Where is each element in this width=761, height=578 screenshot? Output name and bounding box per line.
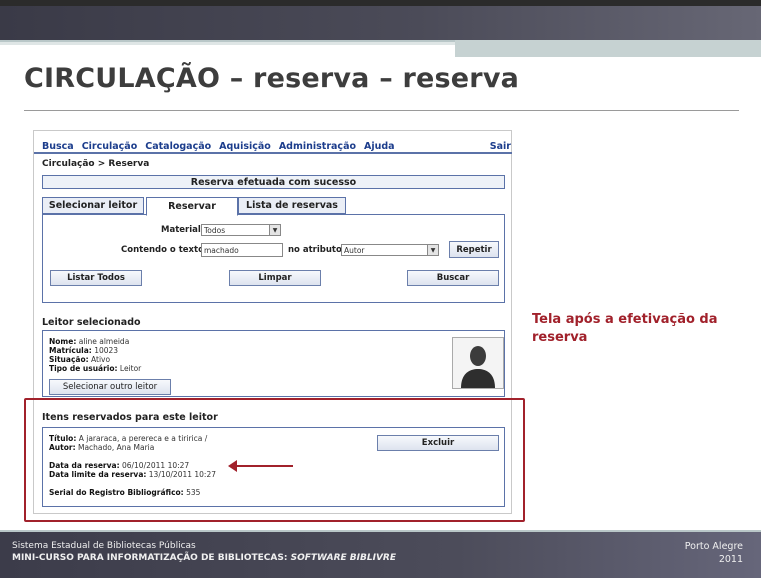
success-message: Reserva efetuada com sucesso	[42, 175, 505, 189]
footer-city: Porto Alegre	[684, 541, 743, 552]
slide-title: CIRCULAÇÃO – reserva – reserva	[24, 63, 520, 94]
reader-type-row: Tipo de usuário: Leitor	[49, 364, 142, 373]
menu-administracao[interactable]: Administração	[279, 141, 356, 152]
menu-busca[interactable]: Busca	[42, 141, 74, 152]
repeat-button[interactable]: Repetir	[449, 241, 499, 258]
header-stripe-right	[455, 40, 761, 57]
menu-ajuda[interactable]: Ajuda	[364, 141, 395, 152]
tab-reservar[interactable]: Reservar	[146, 197, 238, 216]
footer-year: 2011	[718, 554, 743, 565]
select-other-reader-button[interactable]: Selecionar outro leitor	[49, 379, 171, 395]
menu-divider	[34, 152, 512, 154]
material-label: Material	[161, 225, 201, 235]
material-select[interactable]: Todos ▼	[201, 224, 281, 236]
avatar-icon	[453, 338, 503, 388]
title-divider	[24, 110, 739, 111]
arrow-shaft	[235, 465, 293, 467]
tab-selecionar-leitor[interactable]: Selecionar leitor	[42, 197, 144, 214]
footer-course: MINI-CURSO PARA INFORMATIZAÇÃO DE BIBLIO…	[12, 553, 396, 563]
slide: CIRCULAÇÃO – reserva – reserva Busca Cir…	[0, 0, 761, 578]
tab-lista-de-reservas[interactable]: Lista de reservas	[238, 197, 346, 214]
header-band	[0, 6, 761, 40]
reader-enrollment-row: Matrícula: 10023	[49, 346, 119, 355]
chevron-down-icon: ▼	[269, 225, 280, 235]
attribute-value: Autor	[344, 245, 365, 255]
material-value: Todos	[204, 225, 226, 235]
reader-photo	[452, 337, 504, 389]
breadcrumb: Circulação > Reserva	[42, 159, 150, 169]
arrow-left-icon	[228, 460, 237, 472]
search-panel: Material Todos ▼ Contendo o texto machad…	[42, 214, 505, 303]
menu-aquisicao[interactable]: Aquisição	[219, 141, 271, 152]
highlight-box	[24, 398, 525, 522]
annotation-text: Tela após a efetivação da reserva	[532, 312, 718, 345]
reader-status-row: Situação: Ativo	[49, 355, 111, 364]
attribute-select[interactable]: Autor ▼	[341, 244, 439, 256]
menu-circulacao[interactable]: Circulação	[82, 141, 138, 152]
reader-panel: Nome: aline almeida Matrícula: 10023 Sit…	[42, 330, 505, 397]
reader-section-title: Leitor selecionado	[42, 317, 141, 328]
header-stripe-left	[0, 42, 455, 45]
attribute-label: no atributo	[288, 245, 342, 255]
list-all-button[interactable]: Listar Todos	[50, 270, 142, 286]
clear-button[interactable]: Limpar	[229, 270, 321, 286]
search-button[interactable]: Buscar	[407, 270, 499, 286]
chevron-down-icon: ▼	[427, 245, 438, 255]
menu-sair[interactable]: Sair	[490, 141, 511, 152]
menu-catalogacao[interactable]: Catalogação	[145, 141, 211, 152]
search-text-input[interactable]: machado	[201, 243, 283, 257]
text-label: Contendo o texto	[121, 245, 204, 255]
footer-organization: Sistema Estadual de Bibliotecas Públicas	[12, 541, 196, 551]
reader-name-row: Nome: aline almeida	[49, 337, 130, 346]
